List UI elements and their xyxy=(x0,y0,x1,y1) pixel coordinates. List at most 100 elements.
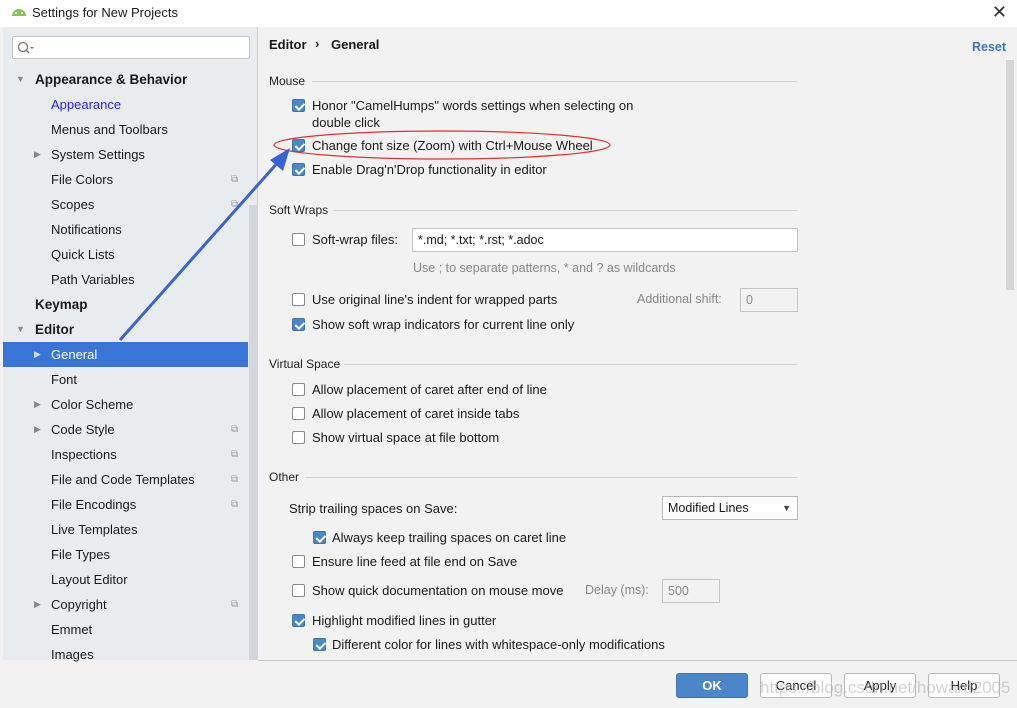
expanded-arrow-icon[interactable]: ▼ xyxy=(16,317,25,342)
sidebar-item-file-encodings[interactable]: File Encodings ⧉ xyxy=(3,492,248,517)
soft-wrap-files-checkbox[interactable] xyxy=(292,233,305,246)
title-bar: Settings for New Projects ✕ xyxy=(0,0,1017,27)
project-copy-icon: ⧉ xyxy=(231,499,239,510)
search-input[interactable] xyxy=(12,36,250,59)
settings-sidebar: ▼ Appearance & Behavior Appearance Menus an… xyxy=(3,27,258,662)
content-scrollbar[interactable] xyxy=(1006,60,1014,290)
section-virtual-space: Virtual Space xyxy=(269,357,341,371)
sidebar-item-label: File Types xyxy=(51,547,111,562)
window-title: Settings for New Projects xyxy=(32,5,178,20)
ok-button[interactable]: OK xyxy=(676,673,748,698)
quick-doc-checkbox[interactable] xyxy=(292,584,305,597)
sidebar-item-color-scheme[interactable]: ▶ Color Scheme xyxy=(3,392,248,417)
sidebar-item-editor[interactable]: ▼ Editor xyxy=(3,317,248,342)
sidebar-item-appearance-behavior[interactable]: ▼ Appearance & Behavior xyxy=(3,67,248,92)
sidebar-item-label: Editor xyxy=(35,322,74,337)
virtual-space-bottom-checkbox[interactable] xyxy=(292,431,305,444)
caret-after-end-label: Allow placement of caret after end of li… xyxy=(312,382,547,397)
sidebar-item-live-templates[interactable]: Live Templates xyxy=(3,517,248,542)
whitespace-color-checkbox[interactable] xyxy=(313,638,326,651)
virtual-space-bottom-label: Show virtual space at file bottom xyxy=(312,430,500,445)
sidebar-item-inspections[interactable]: Inspections ⧉ xyxy=(3,442,248,467)
sidebar-item-appearance[interactable]: Appearance xyxy=(3,92,248,117)
soft-wrap-files-input[interactable]: *.md; *.txt; *.rst; *.adoc xyxy=(412,228,798,252)
project-copy-icon: ⧉ xyxy=(231,424,239,435)
sidebar-item-label: General xyxy=(51,347,98,362)
honor-camelhumps-label: Honor "CamelHumps" words settings when s… xyxy=(312,98,634,113)
breadcrumb-general: General xyxy=(331,37,380,52)
sidebar-item-label: File and Code Templates xyxy=(51,472,195,487)
caret-after-end-checkbox[interactable] xyxy=(292,383,305,396)
search-icon xyxy=(17,41,34,54)
reset-link[interactable]: Reset xyxy=(972,40,1006,54)
sidebar-item-label: Scopes xyxy=(51,197,95,212)
sidebar-item-copyright[interactable]: ▶ Copyright ⧉ xyxy=(3,592,248,617)
soft-wrap-indicators-checkbox[interactable] xyxy=(292,318,305,331)
breadcrumb-separator: › xyxy=(315,36,320,51)
sidebar-item-label: Notifications xyxy=(51,222,122,237)
keep-trailing-checkbox[interactable] xyxy=(313,531,326,544)
additional-shift-input[interactable]: 0 xyxy=(740,288,798,312)
drag-drop-checkbox[interactable] xyxy=(292,163,305,176)
sidebar-item-images[interactable]: Images xyxy=(3,642,248,667)
caret-inside-tabs-checkbox[interactable] xyxy=(292,407,305,420)
project-copy-icon: ⧉ xyxy=(231,449,239,460)
sidebar-item-label: System Settings xyxy=(51,147,145,162)
collapsed-arrow-icon[interactable]: ▶ xyxy=(34,342,41,367)
sidebar-item-label: Appearance & Behavior xyxy=(35,72,188,87)
line-feed-checkbox[interactable] xyxy=(292,555,305,568)
sidebar-item-code-style[interactable]: ▶ Code Style ⧉ xyxy=(3,417,248,442)
zoom-checkbox[interactable] xyxy=(292,139,305,152)
sidebar-item-emmet[interactable]: Emmet xyxy=(3,617,248,642)
sidebar-item-layout-editor[interactable]: Layout Editor xyxy=(3,567,248,592)
collapsed-arrow-icon[interactable]: ▶ xyxy=(34,592,41,617)
sidebar-scrollbar[interactable] xyxy=(249,205,258,660)
chevron-down-icon: ▼ xyxy=(782,503,791,513)
additional-shift-label: Additional shift: xyxy=(637,292,722,306)
close-icon[interactable]: ✕ xyxy=(992,2,1007,23)
sidebar-item-menus-and-toolbars[interactable]: Menus and Toolbars xyxy=(3,117,248,142)
sidebar-item-file-types[interactable]: File Types xyxy=(3,542,248,567)
sidebar-item-label: Color Scheme xyxy=(51,397,134,412)
delay-label: Delay (ms): xyxy=(585,583,649,597)
soft-wrap-files-label: Soft-wrap files: xyxy=(312,232,398,247)
watermark: https://blog.csdn.net/howard2005 xyxy=(760,678,1011,697)
soft-wrap-indicators-label: Show soft wrap indicators for current li… xyxy=(312,317,575,332)
project-copy-icon: ⧉ xyxy=(231,174,239,185)
highlight-modified-checkbox[interactable] xyxy=(292,614,305,627)
sidebar-item-label: Quick Lists xyxy=(51,247,115,262)
line-feed-label: Ensure line feed at file end on Save xyxy=(312,554,518,569)
drag-drop-label: Enable Drag'n'Drop functionality in edit… xyxy=(312,162,547,177)
keep-trailing-label: Always keep trailing spaces on caret lin… xyxy=(332,530,567,545)
collapsed-arrow-icon[interactable]: ▶ xyxy=(34,142,41,167)
sidebar-item-system-settings[interactable]: ▶ System Settings xyxy=(3,142,248,167)
sidebar-item-scopes[interactable]: Scopes ⧉ xyxy=(3,192,248,217)
zoom-label: Change font size (Zoom) with Ctrl+Mouse … xyxy=(312,138,593,153)
sidebar-item-notifications[interactable]: Notifications xyxy=(3,217,248,242)
highlight-modified-label: Highlight modified lines in gutter xyxy=(312,613,497,628)
collapsed-arrow-icon[interactable]: ▶ xyxy=(34,417,41,442)
honor-camelhumps-checkbox[interactable] xyxy=(292,99,305,112)
sidebar-item-font[interactable]: Font xyxy=(3,367,248,392)
section-other: Other xyxy=(269,470,300,484)
strip-trailing-label: Strip trailing spaces on Save: xyxy=(289,501,458,516)
honor-camelhumps-label-2: double click xyxy=(312,115,380,130)
sidebar-item-general[interactable]: ▶ General xyxy=(3,342,248,367)
android-icon xyxy=(12,9,26,16)
original-indent-checkbox[interactable] xyxy=(292,293,305,306)
strip-trailing-select[interactable]: Modified Lines ▼ xyxy=(662,496,798,520)
sidebar-item-path-variables[interactable]: Path Variables xyxy=(3,267,248,292)
collapsed-arrow-icon[interactable]: ▶ xyxy=(34,392,41,417)
delay-input[interactable]: 500 xyxy=(662,579,720,603)
sidebar-item-file-and-code-templates[interactable]: File and Code Templates ⧉ xyxy=(3,467,248,492)
sidebar-item-keymap[interactable]: Keymap xyxy=(3,292,248,317)
section-soft-wraps: Soft Wraps xyxy=(269,203,329,217)
sidebar-item-label: Keymap xyxy=(35,297,88,312)
caret-inside-tabs-label: Allow placement of caret inside tabs xyxy=(312,406,520,421)
breadcrumb-editor[interactable]: Editor xyxy=(269,37,307,52)
sidebar-item-quick-lists[interactable]: Quick Lists xyxy=(3,242,248,267)
sidebar-item-file-colors[interactable]: File Colors ⧉ xyxy=(3,167,248,192)
sidebar-item-label: File Colors xyxy=(51,172,114,187)
expanded-arrow-icon[interactable]: ▼ xyxy=(16,67,25,92)
project-copy-icon: ⧉ xyxy=(231,599,239,610)
